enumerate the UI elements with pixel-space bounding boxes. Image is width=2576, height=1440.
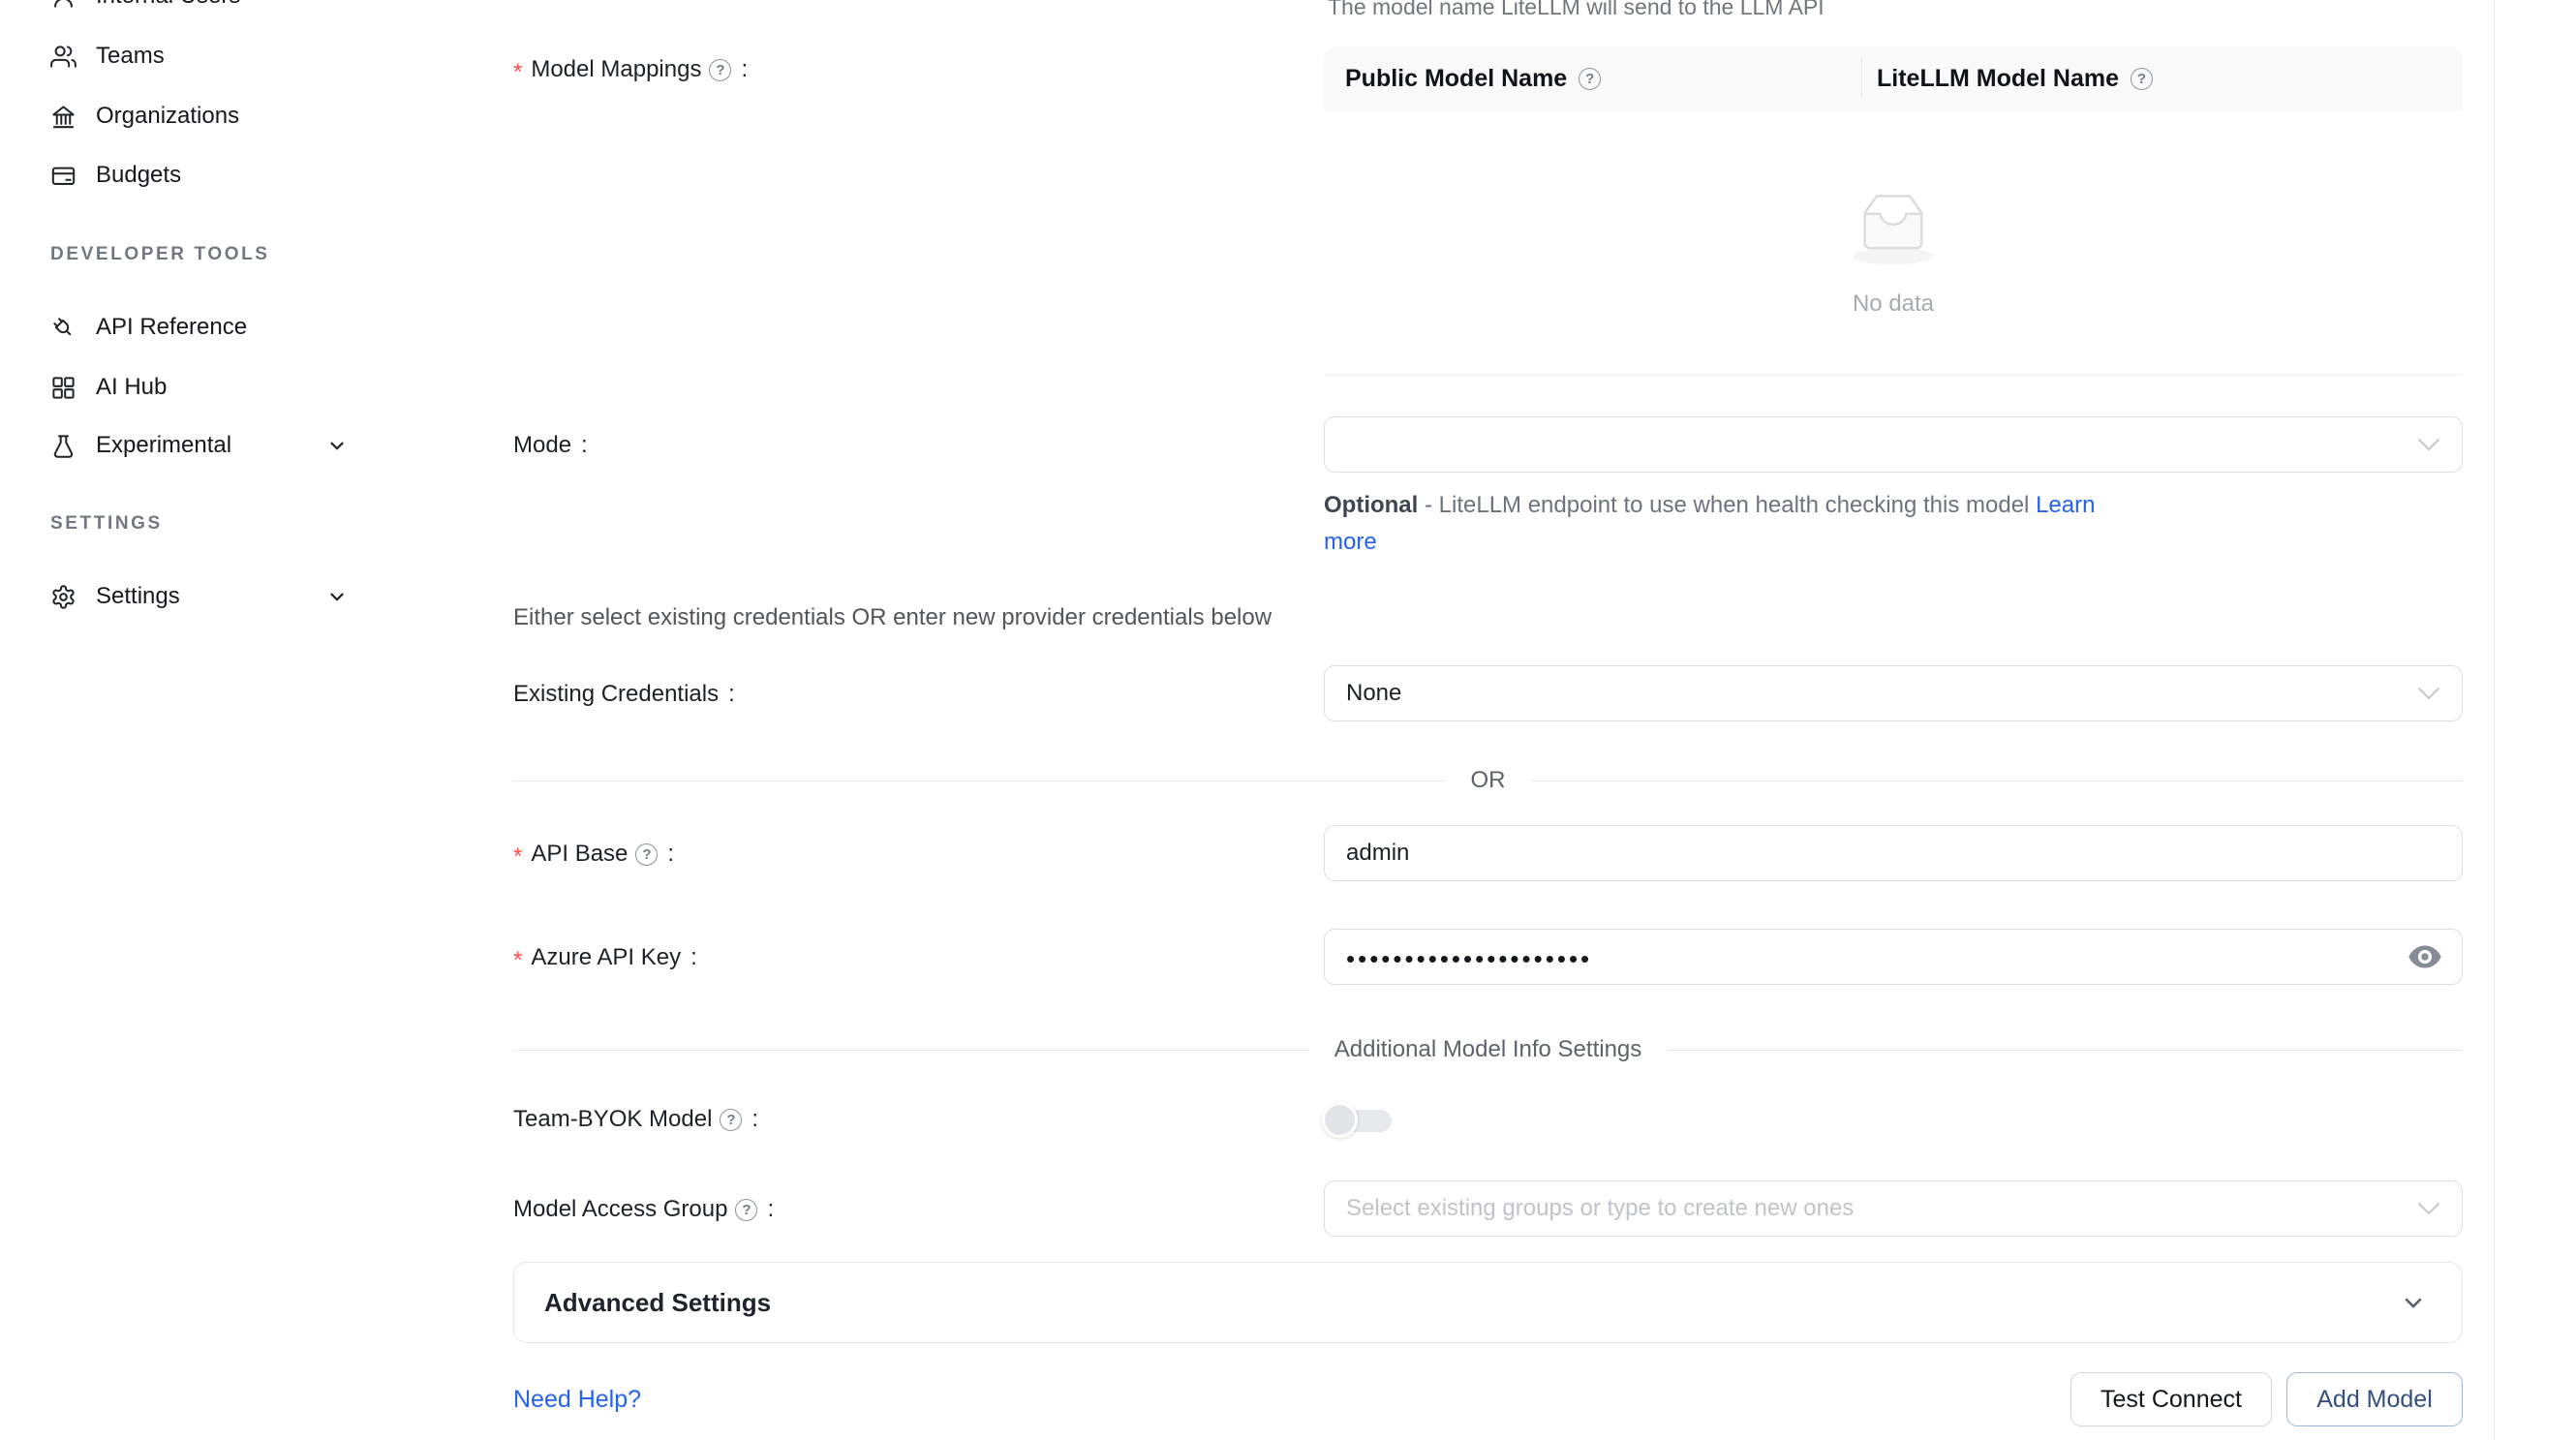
sidebar-item-label: AI Hub xyxy=(96,374,167,401)
or-divider: OR xyxy=(513,767,2463,794)
bank-icon xyxy=(50,104,77,130)
help-icon[interactable]: ? xyxy=(635,843,658,866)
credentials-note: Either select existing credentials OR en… xyxy=(513,604,1272,631)
team-byok-label: Team-BYOK Model ? : xyxy=(513,1106,758,1133)
help-icon[interactable]: ? xyxy=(2131,68,2153,90)
sidebar-item-experimental[interactable]: Experimental xyxy=(0,415,466,475)
content-right-border xyxy=(2494,0,2495,1440)
gear-icon xyxy=(50,584,77,610)
sidebar-item-label: Internal Users xyxy=(96,0,240,10)
azure-api-key-input[interactable]: ••••••••••••••••••••• xyxy=(1324,929,2463,985)
required-asterisk: * xyxy=(513,843,522,871)
model-access-group-select[interactable]: Select existing groups or type to create… xyxy=(1324,1180,2463,1237)
add-model-button[interactable]: Add Model xyxy=(2286,1372,2463,1426)
sidebar-section-settings: SETTINGS xyxy=(50,513,163,536)
flask-icon xyxy=(50,433,77,459)
api-base-value: admin xyxy=(1346,840,1409,867)
help-icon[interactable]: ? xyxy=(720,1109,742,1131)
learn-more-link[interactable]: Learn xyxy=(2036,492,2095,518)
column-header-litellm-model-name: LiteLLM Model Name ? xyxy=(1861,65,2463,93)
model-access-group-label: Model Access Group ? : xyxy=(513,1196,774,1223)
team-byok-toggle[interactable] xyxy=(1322,1101,1395,1140)
help-icon[interactable]: ? xyxy=(709,59,731,81)
mode-label: Mode : xyxy=(513,432,588,459)
sidebar-item-label: Organizations xyxy=(96,103,239,130)
help-icon[interactable]: ? xyxy=(735,1199,757,1221)
sidebar-item-teams[interactable]: Teams xyxy=(0,26,466,86)
chevron-down-icon xyxy=(2400,1289,2427,1316)
sidebar-item-api-reference[interactable]: API Reference xyxy=(0,297,466,357)
sidebar-item-label: API Reference xyxy=(96,314,247,341)
masked-password-value: ••••••••••••••••••••• xyxy=(1346,944,1592,974)
plug-icon xyxy=(50,315,77,341)
model-mappings-label: * Model Mappings ? : xyxy=(513,56,748,83)
azure-api-key-label: * Azure API Key : xyxy=(513,944,697,971)
need-help-link[interactable]: Need Help? xyxy=(513,1386,641,1414)
sidebar: Internal Users Teams Organizations Budge… xyxy=(0,0,467,1440)
advanced-settings-panel[interactable]: Advanced Settings xyxy=(513,1262,2463,1343)
sidebar-section-developer-tools: DEVELOPER TOOLS xyxy=(50,244,270,267)
eye-icon[interactable] xyxy=(2407,944,2442,970)
sidebar-item-budgets[interactable]: Budgets xyxy=(0,145,466,205)
test-connect-button[interactable]: Test Connect xyxy=(2070,1372,2272,1426)
sidebar-item-label: Budgets xyxy=(96,162,181,189)
model-mappings-table: Public Model Name ? LiteLLM Model Name ?… xyxy=(1324,46,2463,376)
add-model-form: The model name LiteLLM will send to the … xyxy=(466,0,2576,1440)
credit-card-icon xyxy=(50,163,77,189)
learn-more-link[interactable]: more xyxy=(1324,529,1377,555)
user-icon xyxy=(50,0,77,10)
mode-help-text: Optional - LiteLLM endpoint to use when … xyxy=(1324,487,2195,561)
help-icon[interactable]: ? xyxy=(1579,68,1601,90)
chevron-down-icon xyxy=(2417,1202,2440,1216)
sidebar-item-label: Settings xyxy=(96,583,180,610)
chevron-down-icon xyxy=(326,586,348,607)
empty-state-text: No data xyxy=(1324,291,2463,318)
api-base-input[interactable]: admin xyxy=(1324,825,2463,881)
model-access-group-placeholder: Select existing groups or type to create… xyxy=(1346,1195,1854,1222)
sidebar-item-settings[interactable]: Settings xyxy=(0,567,466,627)
sidebar-item-label: Teams xyxy=(96,43,165,70)
column-divider xyxy=(1861,58,1862,99)
existing-credentials-select[interactable]: None xyxy=(1324,665,2463,721)
table-header: Public Model Name ? LiteLLM Model Name ? xyxy=(1324,46,2463,110)
existing-credentials-label: Existing Credentials : xyxy=(513,681,735,708)
required-asterisk: * xyxy=(513,947,522,974)
grid-icon xyxy=(50,375,77,401)
sidebar-item-label: Experimental xyxy=(96,432,231,459)
users-icon xyxy=(50,44,77,70)
model-name-hint: The model name LiteLLM will send to the … xyxy=(1328,0,1825,20)
column-header-public-model-name: Public Model Name ? xyxy=(1324,65,1861,93)
sidebar-item-organizations[interactable]: Organizations xyxy=(0,86,466,146)
empty-inbox-icon xyxy=(1834,178,1952,278)
sidebar-item-ai-hub[interactable]: AI Hub xyxy=(0,357,466,417)
existing-credentials-value: None xyxy=(1346,680,1401,707)
chevron-down-icon xyxy=(2417,687,2440,701)
advanced-settings-label: Advanced Settings xyxy=(544,1288,771,1318)
required-asterisk: * xyxy=(513,59,522,86)
mode-select[interactable] xyxy=(1324,416,2463,473)
chevron-down-icon xyxy=(326,435,348,456)
chevron-down-icon xyxy=(2417,438,2440,452)
additional-info-divider: Additional Model Info Settings xyxy=(513,1036,2463,1063)
api-base-label: * API Base ? : xyxy=(513,841,674,868)
sidebar-item-internal-users[interactable]: Internal Users xyxy=(0,0,466,26)
